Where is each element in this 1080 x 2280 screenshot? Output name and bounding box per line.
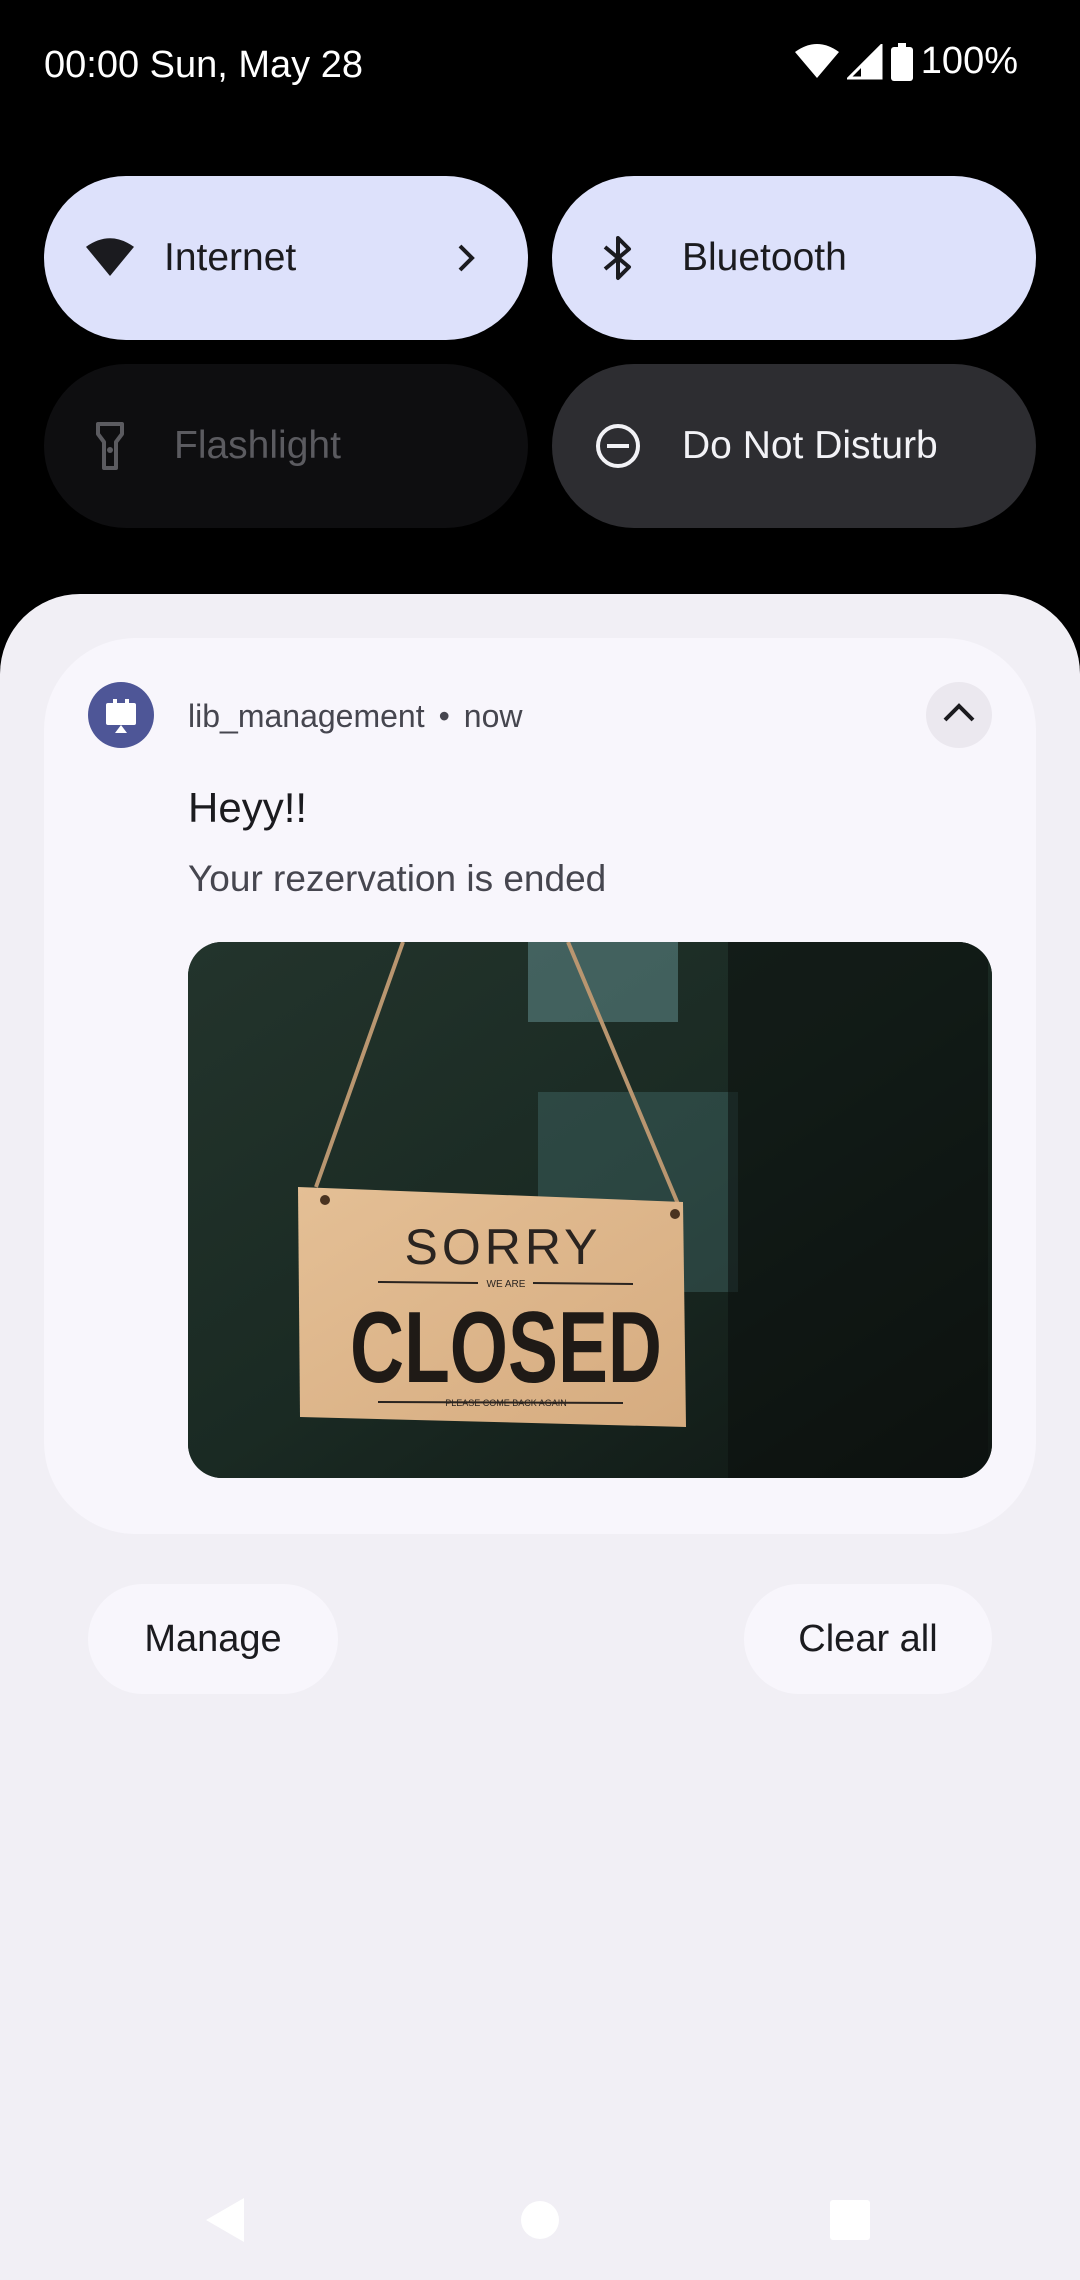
tile-flashlight-label: Flashlight [174,424,341,467]
tile-internet-label: Internet [164,236,297,279]
sign-text-we-are: WE ARE [487,1279,526,1290]
navigation-bar [0,2160,1080,2280]
notification-header: lib_management • now [188,698,523,735]
chevron-right-icon[interactable] [446,238,486,278]
tile-do-not-disturb[interactable]: Do Not Disturb [552,364,1036,528]
notification-text: Your rezervation is ended [188,858,607,899]
battery-percentage: 100% [920,40,1018,82]
back-button[interactable] [186,2182,266,2262]
sign-text-closed: CLOSED [350,1291,662,1403]
status-datetime: 00:00 Sun, May 28 [44,44,363,86]
tile-bluetooth-label: Bluetooth [682,236,847,279]
recents-button[interactable] [810,2182,890,2262]
sign-text-come-back: PLEASE COME BACK AGAIN [445,1398,567,1408]
tile-internet[interactable]: Internet [44,176,528,340]
back-icon [204,2196,248,2249]
cell-signal-icon [846,43,883,80]
status-bar: 00:00 Sun, May 28 100% [0,0,1080,130]
recents-icon [829,2199,871,2246]
clear-all-button[interactable]: Clear all [744,1584,992,1694]
notification-separator: • [438,698,450,734]
notification-time: now [463,698,523,734]
tile-flashlight[interactable]: Flashlight [44,364,528,528]
sign-text-sorry: SORRY [405,1219,602,1275]
notification-card[interactable]: lib_management • now Heyy!! Your rezerva… [44,638,1036,1534]
wifi-icon [794,43,839,80]
status-icons: 100% [794,40,1018,83]
battery-icon [890,42,913,81]
manage-button[interactable]: Manage [88,1584,338,1694]
wifi-icon [86,234,134,282]
do-not-disturb-icon [594,422,642,470]
tile-dnd-label: Do Not Disturb [682,424,938,467]
app-icon [88,682,154,748]
home-icon [519,2199,561,2246]
tile-bluetooth[interactable]: Bluetooth [552,176,1036,340]
bluetooth-icon [594,234,642,282]
collapse-button[interactable] [926,682,992,748]
notification-title: Heyy!! [188,784,308,831]
notification-app-name: lib_management [188,698,425,734]
chevron-up-icon [942,702,976,728]
flashlight-icon [86,422,134,470]
notification-image: SORRY WE ARE CLOSED PLEASE COME BACK AGA… [188,942,992,1478]
home-button[interactable] [500,2182,580,2262]
